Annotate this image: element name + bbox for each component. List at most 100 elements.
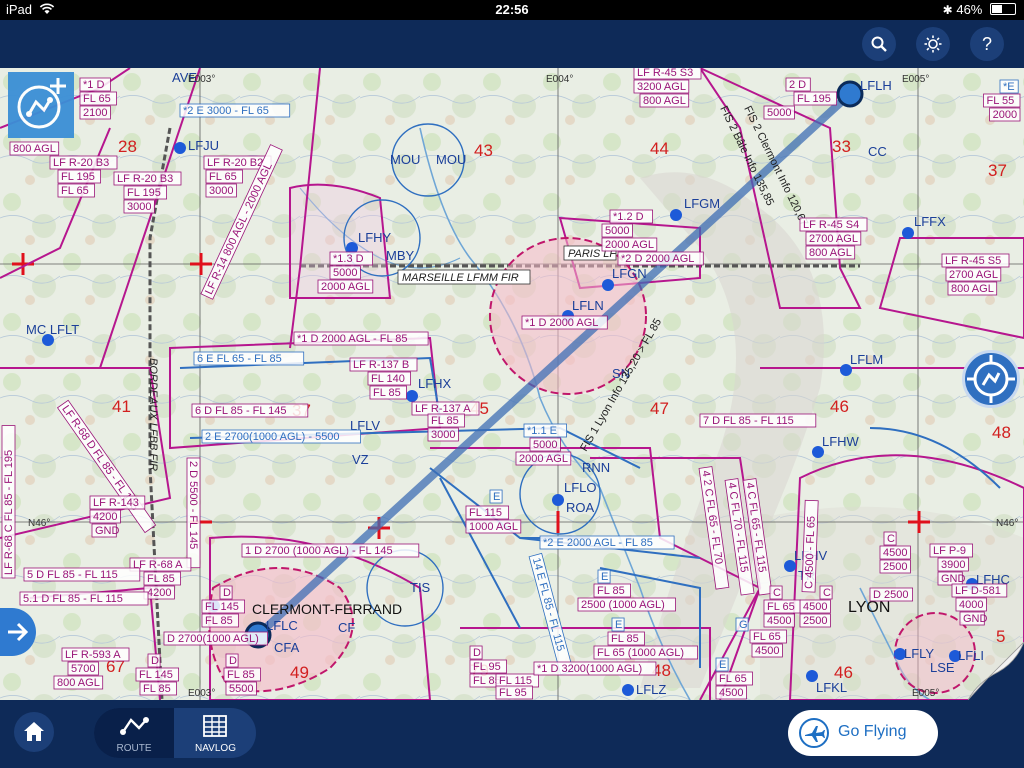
airspace-label: 800 AGL [643,95,686,107]
svg-text:E005°: E005° [912,688,939,699]
airspace-label: 2000 AGL [605,239,654,251]
svg-text:N46°: N46° [28,518,50,529]
airspace-label: FL 55 [987,95,1015,107]
home-button[interactable] [14,712,54,752]
airspace-label: 1 D 2700 (1000 AGL) - FL 145 [245,545,393,557]
airspace-label: 5000 [533,439,557,451]
airspace-label: FL 115 [499,675,532,687]
svg-text:E005°: E005° [902,74,929,85]
svg-text:MBY: MBY [386,248,415,263]
airspace-label: 3000 [209,185,233,197]
airspace-label: 4200 [147,587,171,599]
airport-label: LFKL [816,680,847,695]
status-time: 22:56 [495,2,529,17]
airspace-label: LF R-143 [93,497,139,509]
grid-icon [203,715,227,737]
airspace-label: 4000 [959,599,983,611]
go-flying-button[interactable]: Go Flying [788,710,938,756]
airspace-label: 4500 [883,547,907,559]
go-flying-label: Go Flying [838,723,907,740]
airport-label: LFJU [188,138,219,153]
airspace-label: *1.1 E [527,425,557,437]
page-curl[interactable] [968,642,1024,700]
svg-text:MOU: MOU [390,152,420,167]
search-button[interactable] [862,27,896,61]
battery-fill [992,5,1002,13]
airspace-label: FL 85 [597,585,625,597]
airspace-label: GND [941,573,966,585]
svg-text:28: 28 [118,137,137,156]
airspace-label: C 4500 - FL 65 [803,516,818,589]
svg-text:CF: CF [338,620,355,635]
plane-icon [799,718,829,748]
airspace-label: C [823,587,831,599]
route-icon [120,717,149,735]
battery-percent: 46% [956,2,983,17]
airspace-label: *E [1003,81,1015,93]
airport-label: LFHY [358,230,392,245]
airspace-label: FL 140 [371,373,405,385]
airspace-label: 5000 [605,225,629,237]
tab-route[interactable]: ROUTE [94,708,174,758]
airspace-label: FL 195 [797,93,831,105]
airspace-label: FL 95 [499,687,527,699]
airspace-label: 4500 [767,615,791,627]
airport-label: LFLZ [636,682,666,697]
svg-text:CFA: CFA [274,640,300,655]
airspace-label: *1 D 2000 AGL [525,317,598,329]
route-destination[interactable] [836,80,864,108]
airspace-label: 2500 [803,615,827,627]
airspace-label: *1.3 D [333,253,364,265]
airspace-label: 6 D FL 85 - FL 145 [195,405,287,417]
airspace-label: FL 85 [373,387,401,399]
svg-text:N46°: N46° [996,518,1018,529]
airport-label: LFLH [860,78,892,93]
airspace-label: 3900 [941,559,965,571]
tab-navlog[interactable]: NAVLOG [175,708,256,758]
airport-label: LFLC [266,618,298,633]
brightness-button[interactable] [916,27,950,61]
airport-label: LFGM [684,196,720,211]
airspace-label: FL 65 [83,93,111,105]
locate-route-button[interactable] [962,350,1020,408]
status-bar: iPad 22:56 ✱ 46% [0,0,1024,20]
help-button[interactable]: ? [970,27,1004,61]
airspace-label: 5700 [71,663,95,675]
svg-text:46: 46 [830,397,849,416]
svg-text:41: 41 [112,397,131,416]
airspace-label: FL 65 [61,185,89,197]
airspace-label: G [739,619,748,631]
add-route-button[interactable] [8,72,74,138]
airspace-label: *2 E 2000 AGL - FL 85 [543,537,653,549]
svg-text:37: 37 [988,161,1007,180]
tab-label: NAVLOG [195,743,236,754]
airport-label: LFHW [822,434,860,449]
airspace-label: LF R-45 S4 [803,219,859,231]
airspace-label: GND [963,613,988,625]
airspace-label: FL 85 [147,573,175,585]
airspace-label: GND [95,525,120,537]
status-right: ✱ 46% [943,2,1016,17]
airspace-label: FL 65 [719,673,747,685]
airspace-label: LF R-20 B3 [53,157,109,169]
tab-label: ROUTE [116,743,152,754]
airspace-label: 2700 AGL [949,269,998,281]
expand-panel-button[interactable] [0,608,36,656]
airspace-label: LF R-68 C FL 85 - FL 195 [3,450,15,575]
airspace-label: 2000 AGL [321,281,370,293]
airspace-label: E [601,571,608,583]
airspace-label: C [773,587,781,599]
route-target-icon [967,355,1015,403]
airspace-label: 4200 [93,511,117,523]
svg-text:E003°: E003° [188,74,215,85]
aeronautical-chart[interactable]: LFLH LFJU LFHY LFGM LFFX LFGN LFLN MC LF… [0,68,1024,700]
svg-text:CC: CC [868,144,887,159]
airspace-label: LF R-137 A [415,403,471,415]
airspace-label: 2500 (1000 AGL) [581,599,665,611]
search-icon [871,36,887,52]
airport-label: LFLN [572,298,604,313]
airspace-label: LF R-20 B2 [207,157,263,169]
svg-text:VZ: VZ [352,452,369,467]
airspace-label: 7 D FL 85 - FL 115 [703,415,794,427]
airspace-label: D [473,647,481,659]
